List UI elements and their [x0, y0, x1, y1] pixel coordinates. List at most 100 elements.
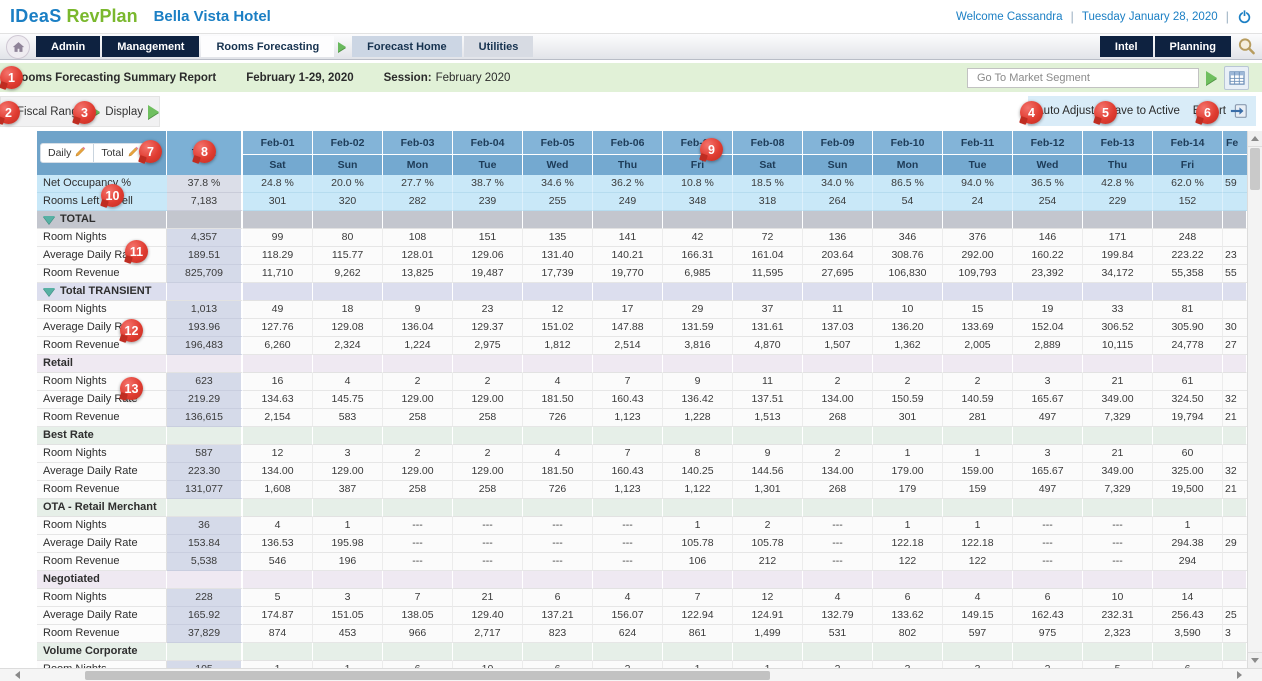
go-arrow-button[interactable]	[1206, 71, 1217, 85]
goto-market-segment-input[interactable]: Go To Market Segment	[967, 68, 1199, 88]
metric-row: Average Daily Rate165.92174.87151.05138.…	[37, 607, 1247, 625]
value-cell: 24.8 %	[243, 175, 313, 193]
value-cell: 4	[523, 445, 593, 463]
value-cell: 33	[1083, 301, 1153, 319]
home-icon[interactable]	[6, 35, 30, 59]
horizontal-scrollbar-thumb[interactable]	[85, 671, 770, 680]
horizontal-scrollbar[interactable]	[0, 668, 1262, 681]
hotel-name: Bella Vista Hotel	[154, 8, 271, 25]
collapse-arrow-icon[interactable]	[43, 288, 55, 296]
value-cell: 11,710	[243, 265, 313, 283]
metric-row: Room Nights105116106211233256	[37, 661, 1247, 668]
total-cell: 105	[167, 661, 243, 668]
nav-tab-admin[interactable]: Admin	[36, 36, 100, 57]
value-cell: 318	[733, 193, 803, 211]
value-cell: 1,224	[383, 337, 453, 355]
value-cell: 115.77	[313, 247, 383, 265]
partial-cell	[1223, 301, 1247, 319]
nav-tab-planning[interactable]: Planning	[1155, 36, 1231, 57]
nav-tab-utilities[interactable]: Utilities	[464, 36, 534, 57]
partial-cell: 27	[1223, 337, 1247, 355]
logout-power-icon[interactable]	[1237, 9, 1252, 24]
value-cell: 199.84	[1083, 247, 1153, 265]
annotation-marker-12: 12	[120, 319, 143, 342]
value-cell: 802	[873, 625, 943, 643]
vertical-scrollbar-thumb[interactable]	[1250, 148, 1260, 190]
nav-tab-management[interactable]: Management	[102, 36, 199, 57]
value-cell: 3	[943, 661, 1013, 668]
nav-tab-rooms-forecasting[interactable]: Rooms Forecasting	[201, 36, 334, 57]
value-cell: 10	[453, 661, 523, 668]
value-cell: 195.98	[313, 535, 383, 553]
value-cell: 106,830	[873, 265, 943, 283]
value-cell: 497	[1013, 481, 1083, 499]
scroll-down-icon[interactable]	[1248, 652, 1262, 668]
display-button[interactable]: Display	[105, 106, 143, 118]
value-cell: 132.79	[803, 607, 873, 625]
weekday-label: Fri	[1153, 155, 1222, 175]
value-cell: 9	[733, 445, 803, 463]
row-label: Room Revenue	[37, 625, 167, 643]
value-cell: 6	[1153, 661, 1223, 668]
search-icon[interactable]	[1237, 37, 1256, 56]
weekday-label: Sat	[733, 155, 802, 175]
total-cell: 36	[167, 517, 243, 535]
auto-adjust-button[interactable]: Auto Adjust	[1036, 105, 1094, 117]
total-cell: 4,357	[167, 229, 243, 247]
value-cell: 108	[383, 229, 453, 247]
value-cell: 36.5 %	[1013, 175, 1083, 193]
collapse-arrow-icon[interactable]	[43, 216, 55, 224]
value-cell: 229	[1083, 193, 1153, 211]
value-cell: 145.75	[313, 391, 383, 409]
value-cell: 11	[803, 301, 873, 319]
value-cell: 2	[943, 373, 1013, 391]
nav-tab-forecast-home[interactable]: Forecast Home	[352, 36, 461, 57]
value-cell: 109,793	[943, 265, 1013, 283]
report-title: Rooms Forecasting Summary Report	[13, 72, 216, 84]
total-cell: 196,483	[167, 337, 243, 355]
value-cell: 138.05	[383, 607, 453, 625]
value-cell: 256.43	[1153, 607, 1223, 625]
section-row: OTA - Retail Merchant	[37, 499, 1247, 517]
value-cell: 17	[593, 301, 663, 319]
value-cell: 7,329	[1083, 481, 1153, 499]
pencil-icon	[128, 146, 139, 160]
value-cell: 160.43	[593, 463, 663, 481]
metric-row: Room Revenue37,8298744539662,71782362486…	[37, 625, 1247, 643]
value-cell: 268	[803, 409, 873, 427]
display-arrow-icon[interactable]	[148, 105, 159, 119]
value-cell: 140.25	[663, 463, 733, 481]
scroll-up-icon[interactable]	[1248, 131, 1262, 147]
row-label: Room Revenue	[37, 409, 167, 427]
save-to-active-button[interactable]: Save to Active	[1107, 105, 1180, 117]
annotation-marker-6: 6	[1196, 101, 1219, 124]
value-cell: 19	[1013, 301, 1083, 319]
value-cell: 136	[803, 229, 873, 247]
value-cell: 122	[943, 553, 1013, 571]
annotation-marker-9: 9	[700, 138, 723, 161]
section-row: Volume Corporate	[37, 643, 1247, 661]
value-cell: 346	[873, 229, 943, 247]
scroll-left-icon[interactable]	[10, 669, 24, 681]
value-cell: 134.63	[243, 391, 313, 409]
vertical-scrollbar[interactable]	[1247, 131, 1262, 668]
value-cell: 15	[943, 301, 1013, 319]
weekday-label: Mon	[383, 155, 452, 175]
value-cell: 3	[1013, 373, 1083, 391]
value-cell: 7	[593, 373, 663, 391]
nav-tab-intel[interactable]: Intel	[1100, 36, 1153, 57]
value-cell: 118.29	[243, 247, 313, 265]
value-cell: 294	[1153, 553, 1223, 571]
value-cell: 624	[593, 625, 663, 643]
grid-view-icon[interactable]	[1224, 66, 1249, 90]
value-cell: 306.52	[1083, 319, 1153, 337]
total-cell: 153.84	[167, 535, 243, 553]
value-cell: 133.62	[873, 607, 943, 625]
value-cell: ---	[1083, 535, 1153, 553]
scroll-right-icon[interactable]	[1232, 669, 1246, 681]
report-date-range: February 1-29, 2020	[246, 72, 353, 84]
value-cell: 5	[1083, 661, 1153, 668]
view-button-daily[interactable]: Daily	[41, 144, 94, 162]
value-cell: 2	[803, 661, 873, 668]
weekday-label: Tue	[943, 155, 1012, 175]
